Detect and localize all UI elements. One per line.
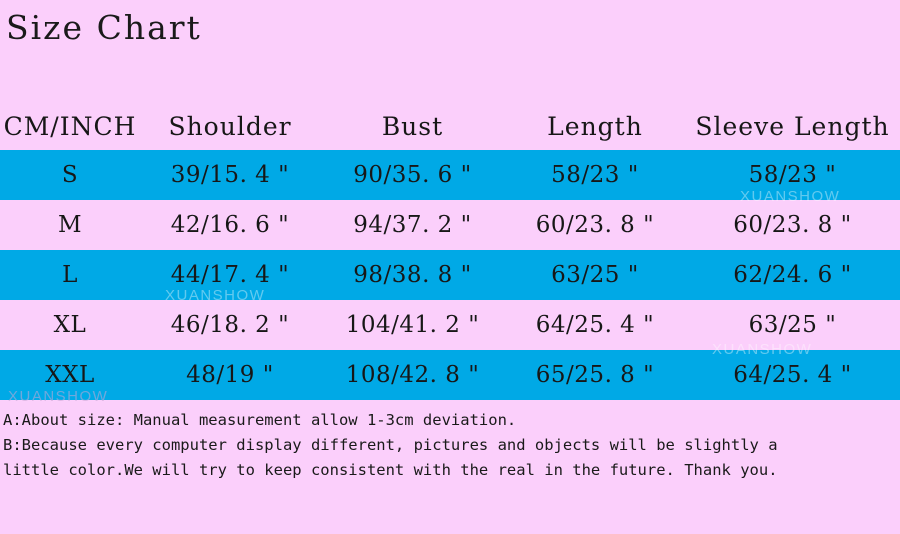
cell-bust: 104/41. 2 " xyxy=(345,312,480,338)
cell-shoulder: 46/18. 2 " xyxy=(170,312,290,338)
cell-bust: 94/37. 2 " xyxy=(353,212,472,238)
cell-length: 58/23 " xyxy=(551,162,639,188)
cell-length: 65/25. 8 " xyxy=(535,362,655,388)
cell-shoulder: 48/19 " xyxy=(186,362,274,388)
footnote-c: little color.We will try to keep consist… xyxy=(3,461,778,479)
cell-size: XXL xyxy=(45,362,95,388)
cell-sleeve-length: 63/25 " xyxy=(748,312,837,338)
cell-size: S xyxy=(61,162,79,188)
column-header-length: Length xyxy=(547,112,643,141)
table-row: XL 46/18. 2 " 104/41. 2 " 64/25. 4 " 63/… xyxy=(0,300,900,350)
cell-bust: 98/38. 8 " xyxy=(353,262,472,288)
column-header-bust: Bust xyxy=(381,112,444,141)
cell-shoulder: 44/17. 4 " xyxy=(170,262,290,288)
column-header-shoulder: Shoulder xyxy=(168,112,292,141)
column-header-cm-inch: CM/INCH xyxy=(3,112,137,141)
table-row: M 42/16. 6 " 94/37. 2 " 60/23. 8 " 60/23… xyxy=(0,200,900,250)
cell-sleeve-length: 64/25. 4 " xyxy=(733,362,852,388)
table-header-row: CM/INCH Shoulder Bust Length Sleeve Leng… xyxy=(0,103,900,150)
cell-sleeve-length: 58/23 " xyxy=(748,162,837,188)
page-title: Size Chart xyxy=(6,8,202,47)
cell-length: 64/25. 4 " xyxy=(535,312,655,338)
cell-shoulder: 42/16. 6 " xyxy=(170,212,290,238)
size-chart-page: Size Chart CM/INCH Shoulder Bust Length … xyxy=(0,0,900,534)
cell-bust: 108/42. 8 " xyxy=(345,362,480,388)
footnotes: A:About size: Manual measurement allow 1… xyxy=(3,408,897,483)
footnote-a: A:About size: Manual measurement allow 1… xyxy=(3,411,517,429)
cell-sleeve-length: 62/24. 6 " xyxy=(733,262,852,288)
cell-size: L xyxy=(62,262,78,288)
table-row: L 44/17. 4 " 98/38. 8 " 63/25 " 62/24. 6… xyxy=(0,250,900,300)
column-header-sleeve-length: Sleeve Length xyxy=(695,112,890,141)
cell-bust: 90/35. 6 " xyxy=(353,162,472,188)
footnote-b: B:Because every computer display differe… xyxy=(3,436,778,454)
cell-sleeve-length: 60/23. 8 " xyxy=(733,212,852,238)
cell-size: XL xyxy=(53,312,87,338)
table-row: XXL 48/19 " 108/42. 8 " 65/25. 8 " 64/25… xyxy=(0,350,900,400)
cell-length: 60/23. 8 " xyxy=(535,212,655,238)
cell-shoulder: 39/15. 4 " xyxy=(170,162,290,188)
cell-size: M xyxy=(57,212,83,238)
table-row: S 39/15. 4 " 90/35. 6 " 58/23 " 58/23 " xyxy=(0,150,900,200)
cell-length: 63/25 " xyxy=(551,262,639,288)
size-chart-table: CM/INCH Shoulder Bust Length Sleeve Leng… xyxy=(0,103,900,400)
